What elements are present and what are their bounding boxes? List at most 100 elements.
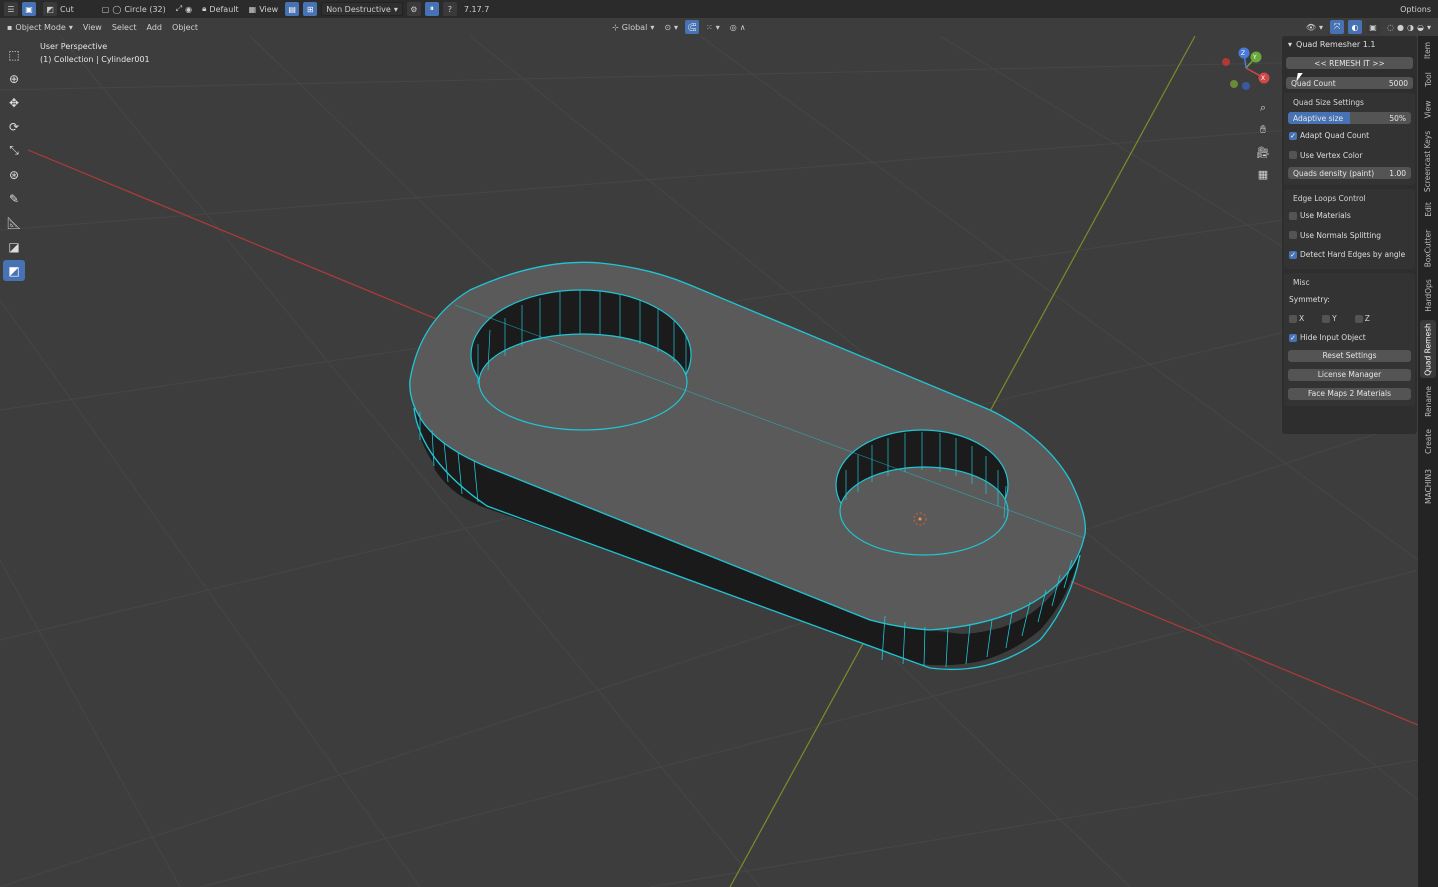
boolean-icon[interactable]: ⊞ <box>303 2 318 16</box>
tab-rename[interactable]: Rename <box>1420 382 1436 420</box>
pan-hand-icon[interactable]: ✋︎ <box>1254 122 1272 138</box>
panel-title: Quad Remesher 1.1 <box>1296 39 1376 49</box>
menu-view[interactable]: View <box>80 20 105 34</box>
snap-dropdown[interactable]: ⤢ ◉ <box>173 2 195 16</box>
symmetry-z-label: Z <box>1364 314 1370 323</box>
checkbox-empty-icon <box>1322 314 1331 323</box>
shape-dropdown[interactable]: ▢ ◯ Circle (32) <box>99 2 169 16</box>
ortho-grid-icon[interactable]: ▦ <box>1254 166 1272 182</box>
navigation-gizmo[interactable] <box>1222 47 1270 91</box>
options-dropdown[interactable]: Options <box>1397 2 1434 16</box>
overlay-toggle-icon[interactable]: ◐ <box>1348 20 1363 34</box>
adaptive-size-slider[interactable]: Adaptive size 50% <box>1288 112 1411 124</box>
quads-density-label: Quads density (paint) <box>1293 168 1375 178</box>
tab-create-label: Create <box>1423 428 1433 454</box>
hide-input-checkbox[interactable]: ✓ Hide Input Object <box>1284 328 1415 348</box>
tab-quad-remesh[interactable]: Quad Remesh <box>1420 320 1436 378</box>
misc-header: Misc <box>1293 277 1310 287</box>
pivot-dropdown[interactable]: ⊙ ▾ <box>661 20 681 34</box>
camera-icon[interactable]: 🎥︎ <box>1254 144 1272 160</box>
move-tool-icon[interactable]: ✥ <box>3 92 25 113</box>
solid-shading-icon: ● <box>1397 22 1405 32</box>
menu-select[interactable]: Select <box>109 20 140 34</box>
tab-boxcutter[interactable]: BoxCutter <box>1420 226 1436 270</box>
quad-size-section: Quad Size Settings Adaptive size 50% ✓ Ad… <box>1284 93 1415 185</box>
tab-edit[interactable]: Edit <box>1420 198 1436 220</box>
symmetry-z-checkbox[interactable]: Z <box>1354 314 1370 323</box>
remesh-button[interactable]: << REMESH IT >> <box>1286 57 1413 69</box>
adapt-quad-count-checkbox[interactable]: ✓ Adapt Quad Count <box>1284 126 1415 146</box>
select-box-icon[interactable]: ▣ <box>22 2 36 16</box>
gizmo-toggle-icon[interactable]: ⤧ <box>1330 20 1345 34</box>
face-maps-button[interactable]: Face Maps 2 Materials <box>1288 387 1411 400</box>
add-cube-tool-icon[interactable]: ◪ <box>3 236 25 257</box>
dot-icon: ◉ <box>185 4 193 14</box>
use-materials-checkbox[interactable]: Use Materials <box>1284 206 1415 226</box>
visibility-dropdown[interactable]: 👁︎ ▾ <box>1303 20 1326 34</box>
select-tool-icon[interactable]: ⬚ <box>3 44 25 65</box>
use-vertex-color-label: Use Vertex Color <box>1300 150 1363 160</box>
checkbox-empty-icon <box>1289 231 1297 240</box>
object-mode-dropdown[interactable]: ▪ Object Mode ▾ <box>4 20 76 34</box>
snap-target-dropdown[interactable]: ⁙ ▾ <box>703 20 723 34</box>
menu-add[interactable]: Add <box>144 20 166 34</box>
mode-dropdown-label: Non Destructive <box>326 4 391 14</box>
xray-icon[interactable]: ▣ <box>1366 20 1381 34</box>
tab-rename-label: Rename <box>1423 385 1433 417</box>
default-dropdown[interactable]: 🔒︎ Default <box>199 2 242 16</box>
wire-mode-icon[interactable]: ▤ <box>285 2 300 16</box>
object-mode-label: Object Mode <box>15 22 66 32</box>
editor-type-icon[interactable]: ☰ <box>4 2 18 16</box>
symmetry-y-label: Y <box>1332 314 1337 323</box>
tab-hardops[interactable]: HardOps <box>1420 276 1436 314</box>
view-label: View <box>259 4 279 14</box>
shading-modes[interactable]: ◌ ● ◑ ◒ ▾ <box>1384 20 1434 34</box>
cylinder-object[interactable] <box>409 261 1087 671</box>
annotate-tool-icon[interactable]: ✎ <box>3 188 25 209</box>
zoom-icon[interactable]: ⌕ <box>1254 100 1272 116</box>
proportional-edit[interactable]: ◎ ∧ <box>727 20 749 34</box>
panel-header[interactable]: ▾ Quad Remesher 1.1 <box>1282 36 1417 52</box>
tool-name[interactable]: ◩ Cut <box>40 2 77 16</box>
settings-gear-icon[interactable]: ⚙ <box>406 2 421 16</box>
quads-density-field[interactable]: Quads density (paint) 1.00 <box>1288 167 1411 179</box>
measure-tool-icon[interactable]: 📐︎ <box>3 212 25 233</box>
tab-item[interactable]: Item <box>1420 36 1436 64</box>
rendered-shading-icon: ◒ <box>1417 22 1424 32</box>
transform-tool-icon[interactable]: ⊛ <box>3 164 25 185</box>
help-icon[interactable]: ? <box>442 2 457 16</box>
menu-object[interactable]: Object <box>169 20 201 34</box>
reset-settings-button[interactable]: Reset Settings <box>1288 349 1411 362</box>
tab-view[interactable]: View <box>1420 94 1436 124</box>
view-dropdown[interactable]: ▦ View <box>246 2 282 16</box>
quad-count-field[interactable]: Quad Count 5000 <box>1286 77 1413 89</box>
navigation-buttons: ⌕ ✋︎ 🎥︎ ▦ <box>1254 100 1274 182</box>
symmetry-x-checkbox[interactable]: X <box>1289 314 1304 323</box>
gizmo-y-label: Y <box>1253 54 1257 61</box>
symmetry-y-checkbox[interactable]: Y <box>1322 314 1337 323</box>
tab-screencast-keys[interactable]: Screencast Keys <box>1420 128 1436 194</box>
tab-screencast-keys-label: Screencast Keys <box>1423 130 1433 192</box>
use-vertex-color-checkbox[interactable]: Use Vertex Color <box>1284 146 1415 166</box>
adaptive-size-label: Adaptive size <box>1293 113 1344 123</box>
collapse-arrow-icon: ▾ <box>1288 39 1293 49</box>
pause-icon[interactable]: ⏸ <box>424 2 439 16</box>
orientation-dropdown[interactable]: ⊹ Global ▾ <box>609 20 657 34</box>
cursor-tool-icon[interactable]: ⊕ <box>3 68 25 89</box>
misc-section: Misc Symmetry: X Y Z ✓ Hide Input Object … <box>1284 272 1415 406</box>
checkmark-icon: ✓ <box>1289 333 1297 342</box>
scale-tool-icon[interactable]: ⤡ <box>3 140 25 161</box>
tab-machin3[interactable]: MACHIN3 <box>1420 464 1436 508</box>
tab-create[interactable]: Create <box>1420 424 1436 458</box>
snap-toggle-icon[interactable]: 🧲︎ <box>685 20 700 34</box>
checkbox-empty-icon <box>1289 151 1297 160</box>
license-manager-button[interactable]: License Manager <box>1288 368 1411 381</box>
circle-icon: ◯ <box>112 4 122 14</box>
rotate-tool-icon[interactable]: ⟳ <box>3 116 25 137</box>
mode-dropdown[interactable]: Non Destructive ▾ <box>321 2 403 16</box>
use-normals-checkbox[interactable]: Use Normals Splitting <box>1284 226 1415 246</box>
boxcutter-tool-icon[interactable]: ◩ <box>3 260 25 281</box>
detect-hard-edges-checkbox[interactable]: ✓ Detect Hard Edges by angle <box>1284 245 1415 265</box>
3d-viewport[interactable]: User Perspective (1) Collection | Cylind… <box>0 36 1418 887</box>
tab-tool[interactable]: Tool <box>1420 66 1436 92</box>
